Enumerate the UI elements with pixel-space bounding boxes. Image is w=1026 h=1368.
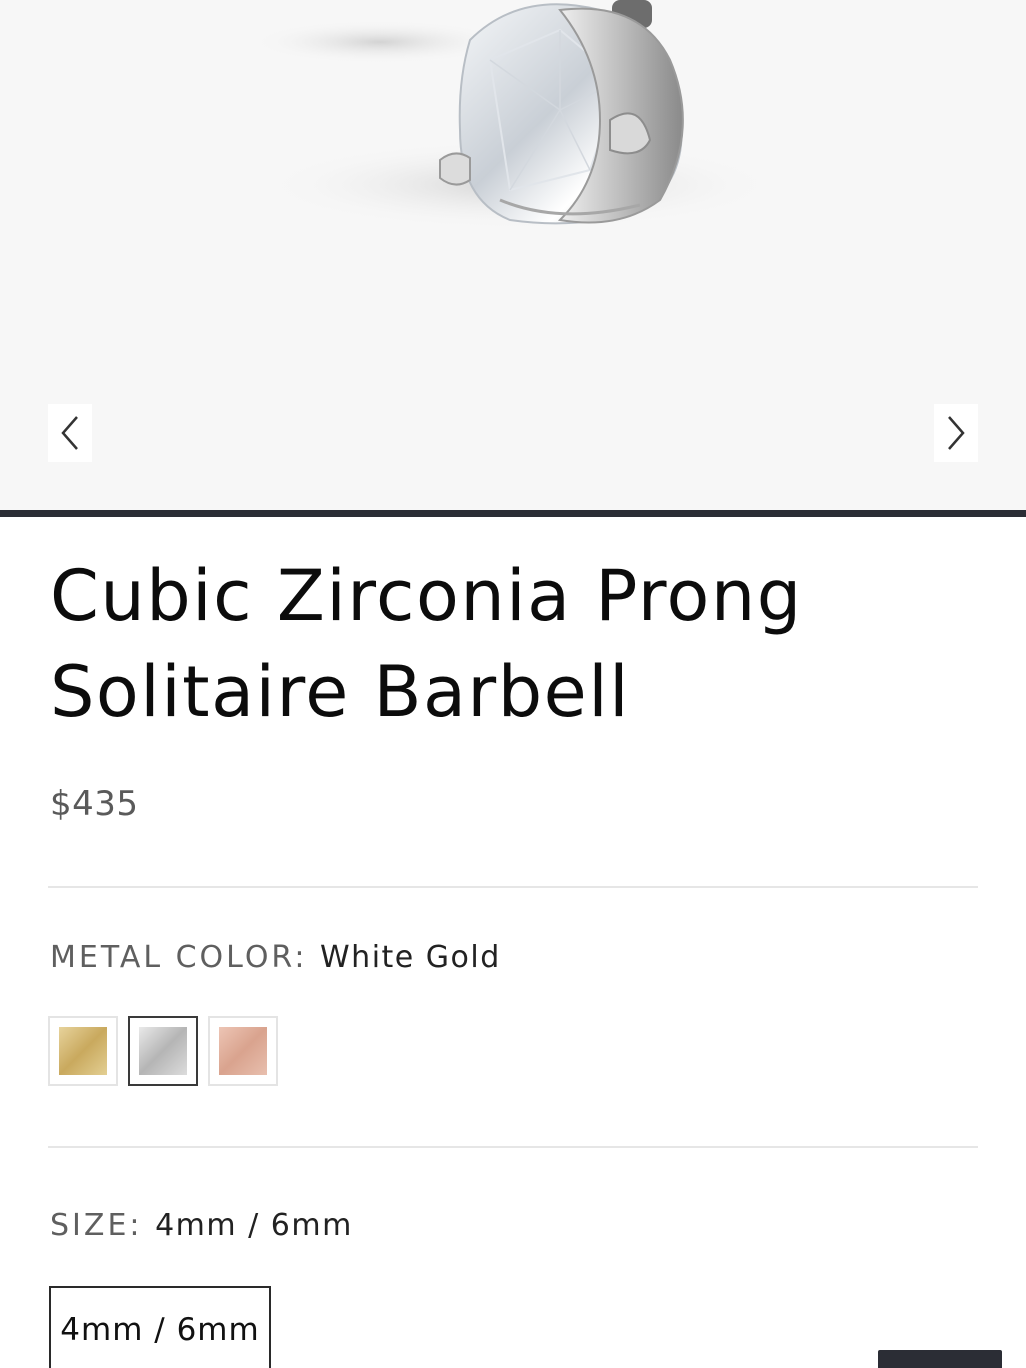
- floating-action-button[interactable]: [878, 1350, 1002, 1368]
- product-price: $435: [50, 784, 139, 824]
- metal-color-heading: METAL COLOR: White Gold: [50, 940, 501, 975]
- metal-color-swatches: [48, 1016, 278, 1086]
- swatch-yellow-gold[interactable]: [48, 1016, 118, 1086]
- size-label: SIZE:: [50, 1208, 143, 1243]
- product-title: Cubic Zirconia Prong Solitaire Barbell: [50, 555, 803, 733]
- chevron-left-icon: [61, 416, 78, 450]
- size-heading: SIZE: 4mm / 6mm: [50, 1208, 353, 1243]
- metal-color-value: White Gold: [320, 940, 501, 975]
- swatch-white-gold[interactable]: [128, 1016, 198, 1086]
- white-gold-chip: [139, 1027, 187, 1075]
- size-option-button[interactable]: 4mm / 6mm: [49, 1286, 271, 1368]
- size-value: 4mm / 6mm: [155, 1208, 353, 1243]
- product-image: [250, 0, 780, 230]
- swatch-rose-gold[interactable]: [208, 1016, 278, 1086]
- yellow-gold-chip: [59, 1027, 107, 1075]
- divider: [48, 1146, 978, 1148]
- product-image-gallery[interactable]: [0, 0, 1026, 510]
- divider: [48, 886, 978, 888]
- chevron-right-icon: [948, 416, 965, 450]
- rose-gold-chip: [219, 1027, 267, 1075]
- gallery-progress-bar: [0, 510, 1026, 517]
- product-page: Cubic Zirconia Prong Solitaire Barbell $…: [0, 0, 1026, 1368]
- gallery-prev-button[interactable]: [48, 404, 92, 462]
- gallery-next-button[interactable]: [934, 404, 978, 462]
- metal-color-label: METAL COLOR:: [50, 940, 308, 975]
